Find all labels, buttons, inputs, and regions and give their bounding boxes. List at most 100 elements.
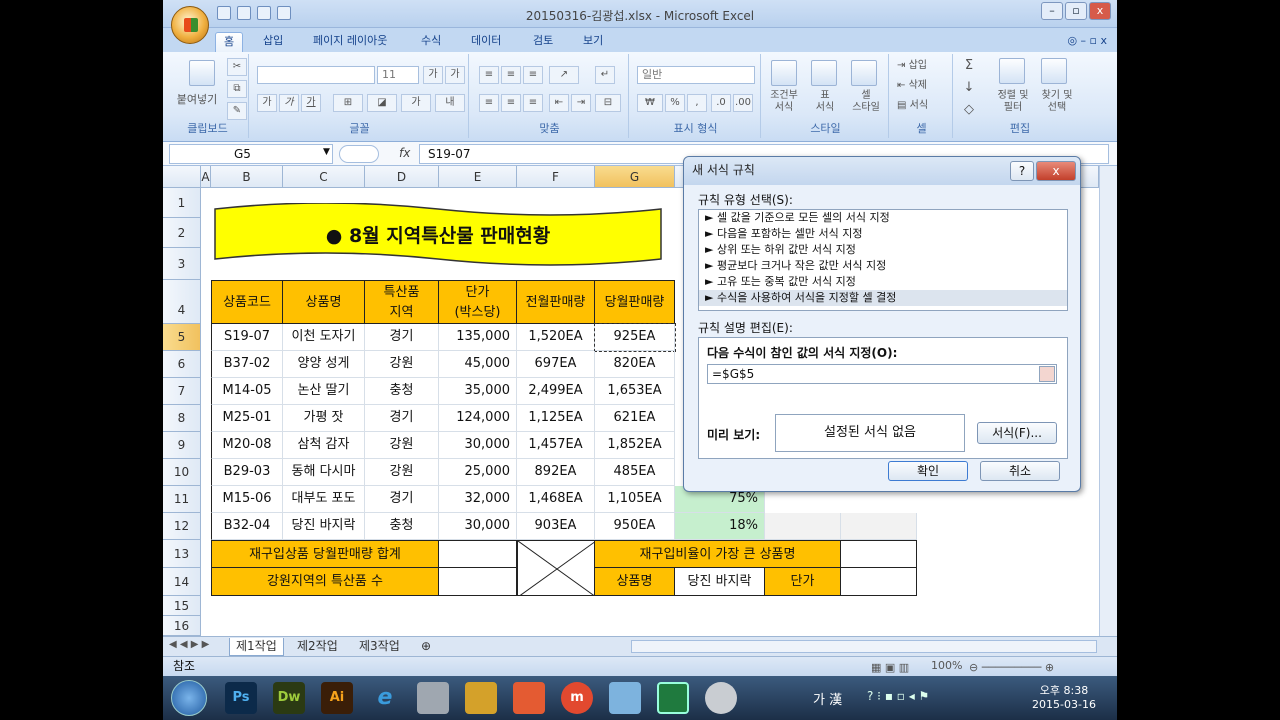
orientation-icon[interactable]: ↗: [549, 66, 579, 84]
row-header[interactable]: 15: [163, 596, 201, 616]
data-cell[interactable]: 경기: [365, 486, 439, 513]
underline-button[interactable]: 가: [301, 94, 321, 112]
currency-icon[interactable]: ₩: [637, 94, 663, 112]
merge-center-icon[interactable]: ⊟: [595, 94, 621, 112]
app-icon[interactable]: [513, 682, 545, 714]
header-cell[interactable]: 상품명: [283, 280, 365, 324]
summary-label[interactable]: 단가: [765, 568, 841, 596]
ie-icon[interactable]: e: [369, 682, 401, 714]
row-header[interactable]: 2: [163, 218, 201, 248]
data-cell[interactable]: 1,105EA: [595, 486, 675, 513]
row-header[interactable]: 16: [163, 616, 201, 636]
font-size-select[interactable]: 11: [377, 66, 419, 84]
copy-icon[interactable]: ⧉: [227, 80, 247, 98]
select-all-corner[interactable]: [163, 166, 201, 188]
conditional-format-label[interactable]: 조건부 서식: [763, 90, 805, 114]
data-cell[interactable]: 충청: [365, 378, 439, 405]
dialog-help-button[interactable]: ?: [1010, 161, 1034, 181]
tab-view[interactable]: 보기: [575, 32, 611, 52]
dialog-close-button[interactable]: x: [1036, 161, 1076, 181]
format-as-table-icon[interactable]: [811, 60, 837, 86]
row-header[interactable]: 4: [163, 280, 201, 324]
column-header-d[interactable]: D: [365, 166, 439, 188]
dreamweaver-icon[interactable]: Dw: [273, 682, 305, 714]
header-cell[interactable]: 특산품 지역: [365, 280, 439, 324]
row-header[interactable]: 14: [163, 568, 201, 596]
app-icon[interactable]: [417, 682, 449, 714]
data-cell[interactable]: B37-02: [211, 351, 283, 378]
cell-styles-icon[interactable]: [851, 60, 877, 86]
conditional-format-icon[interactable]: [771, 60, 797, 86]
rule-type-item[interactable]: ► 상위 또는 하위 값만 서식 지정: [699, 242, 1067, 258]
row-header[interactable]: 8: [163, 405, 201, 432]
data-cell[interactable]: 동해 다시마: [283, 459, 365, 486]
data-cell[interactable]: 1,653EA: [595, 378, 675, 405]
summary-label[interactable]: 상품명: [595, 568, 675, 596]
sort-filter-icon[interactable]: [999, 58, 1025, 84]
data-cell[interactable]: [765, 513, 841, 540]
clear-icon[interactable]: ◇: [959, 103, 979, 116]
align-left-icon[interactable]: ≡: [479, 94, 499, 112]
data-cell[interactable]: 25,000: [439, 459, 517, 486]
tab-page-layout[interactable]: 페이지 레이아웃: [305, 32, 395, 52]
data-cell[interactable]: 621EA: [595, 405, 675, 432]
rule-type-item[interactable]: ► 고유 또는 중복 값만 서식 지정: [699, 274, 1067, 290]
app-icon[interactable]: [705, 682, 737, 714]
align-middle-icon[interactable]: ≡: [501, 66, 521, 84]
shrink-font-button[interactable]: 가: [445, 66, 465, 84]
wrap-text-icon[interactable]: ↵: [595, 66, 615, 84]
zoom-level[interactable]: 100%: [931, 657, 962, 675]
ribbon-window-controls[interactable]: ◎ – ▫ x: [1067, 34, 1107, 47]
row-header[interactable]: 7: [163, 378, 201, 405]
summary-value-cell[interactable]: [439, 568, 517, 596]
app-icon[interactable]: [609, 682, 641, 714]
fill-color-button[interactable]: ◪: [367, 94, 397, 112]
data-cell[interactable]: 1,852EA: [595, 432, 675, 459]
collapse-dialog-icon[interactable]: [1039, 366, 1055, 382]
rule-type-item[interactable]: ► 셀 값을 기준으로 모든 셀의 서식 지정: [699, 210, 1067, 226]
row-header[interactable]: 5: [163, 324, 201, 351]
format-cells-button[interactable]: ▤ 서식: [897, 100, 947, 112]
row-header[interactable]: 9: [163, 432, 201, 459]
data-cell[interactable]: 135,000: [439, 324, 517, 351]
data-cell[interactable]: 30,000: [439, 513, 517, 540]
align-center-icon[interactable]: ≡: [501, 94, 521, 112]
row-header[interactable]: 12: [163, 513, 201, 540]
decrease-decimal-icon[interactable]: .00: [733, 94, 753, 112]
tab-insert[interactable]: 삽입: [255, 32, 291, 52]
data-cell[interactable]: 925EA: [594, 323, 676, 352]
summary-value-cell[interactable]: 당진 바지락: [675, 568, 765, 596]
autosum-icon[interactable]: Σ: [959, 59, 979, 72]
ratio-cell[interactable]: 18%: [675, 513, 765, 540]
column-header-e[interactable]: E: [439, 166, 517, 188]
tab-formulas[interactable]: 수식: [413, 32, 449, 52]
column-header-f[interactable]: F: [517, 166, 595, 188]
font-color-button[interactable]: 가: [401, 94, 431, 112]
tab-data[interactable]: 데이터: [463, 32, 509, 52]
data-cell[interactable]: 35,000: [439, 378, 517, 405]
increase-indent-icon[interactable]: ⇥: [571, 94, 591, 112]
data-cell[interactable]: 697EA: [517, 351, 595, 378]
align-bottom-icon[interactable]: ≡: [523, 66, 543, 84]
insert-cells-button[interactable]: ⇥ 삽입: [897, 60, 947, 72]
header-cell[interactable]: 단가 (박스당): [439, 280, 517, 324]
data-cell[interactable]: M14-05: [211, 378, 283, 405]
data-cell[interactable]: 1,457EA: [517, 432, 595, 459]
data-cell[interactable]: 892EA: [517, 459, 595, 486]
data-cell[interactable]: S19-07: [211, 324, 283, 351]
summary-value-cell[interactable]: [841, 568, 917, 596]
zoom-slider[interactable]: ⊖ ───────── ⊕: [969, 659, 1089, 677]
row-header[interactable]: 1: [163, 188, 201, 218]
tab-review[interactable]: 검토: [525, 32, 561, 52]
data-cell[interactable]: B29-03: [211, 459, 283, 486]
align-top-icon[interactable]: ≡: [479, 66, 499, 84]
row-header[interactable]: 6: [163, 351, 201, 378]
data-cell[interactable]: 양양 성게: [283, 351, 365, 378]
sheet-tab[interactable]: 제1작업: [229, 638, 284, 656]
crossed-cell[interactable]: [517, 540, 595, 596]
data-cell[interactable]: 강원: [365, 459, 439, 486]
phonetic-button[interactable]: 내: [435, 94, 465, 112]
data-cell[interactable]: 경기: [365, 324, 439, 351]
font-name-select[interactable]: [257, 66, 375, 84]
data-cell[interactable]: 경기: [365, 405, 439, 432]
